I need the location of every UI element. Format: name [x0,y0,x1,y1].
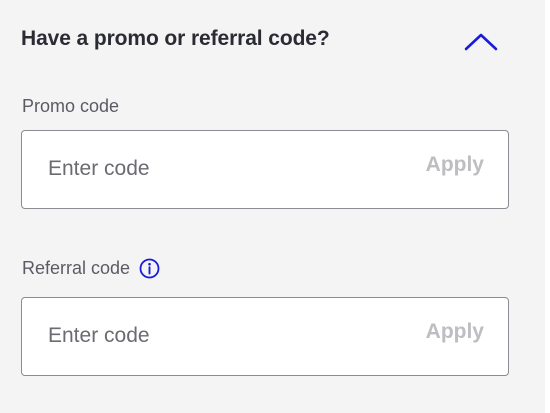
info-icon[interactable] [139,258,160,279]
collapse-button[interactable] [462,28,500,56]
promo-code-input[interactable] [48,148,388,190]
referral-code-label-row: Referral code [22,258,160,279]
referral-code-field: Apply [21,297,509,376]
referral-code-label: Referral code [22,258,131,278]
promo-apply-button[interactable]: Apply [426,153,484,177]
referral-code-input[interactable] [48,315,388,357]
chevron-up-icon [464,33,498,51]
promo-code-field: Apply [21,130,509,209]
promo-referral-panel: Have a promo or referral code? Promo cod… [0,0,545,413]
referral-apply-button[interactable]: Apply [426,320,484,344]
promo-code-label: Promo code [22,96,120,116]
section-title: Have a promo or referral code? [21,27,330,50]
